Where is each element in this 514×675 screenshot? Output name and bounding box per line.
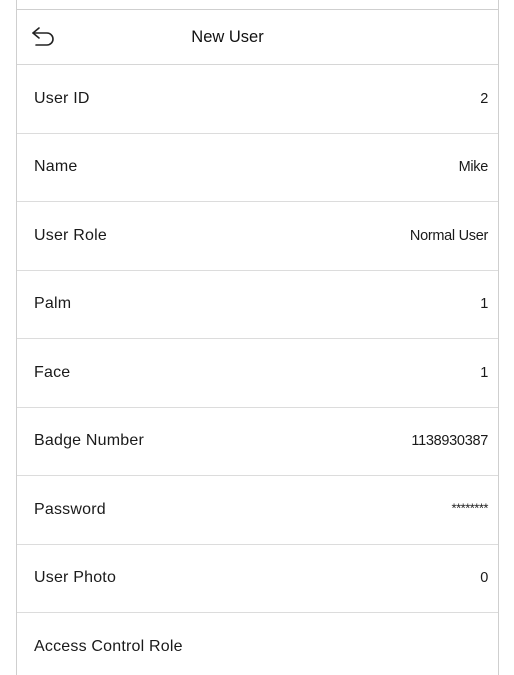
- row-value: 1: [480, 296, 488, 313]
- row-value: Mike: [458, 159, 489, 176]
- row-face[interactable]: Face 1: [17, 339, 498, 408]
- row-access-control-role[interactable]: Access Control Role: [17, 613, 498, 675]
- row-value: Normal User: [409, 227, 488, 244]
- row-label: User Role: [34, 226, 107, 244]
- title-bar: New User: [17, 9, 498, 65]
- device-screen: New User User ID 2 Name Mike User Role N…: [16, 0, 499, 675]
- row-label: Palm: [34, 295, 72, 313]
- row-password[interactable]: Password ********: [17, 476, 498, 545]
- row-value: 1: [480, 364, 488, 381]
- field-list: User ID 2 Name Mike User Role Normal Use…: [17, 65, 498, 675]
- row-user-role[interactable]: User Role Normal User: [17, 202, 498, 271]
- row-user-photo[interactable]: User Photo 0: [17, 545, 498, 613]
- row-label: Name: [34, 158, 78, 176]
- row-user-id[interactable]: User ID 2: [17, 65, 498, 134]
- row-palm[interactable]: Palm 1: [17, 271, 498, 339]
- row-badge-number[interactable]: Badge Number 1138930387: [17, 408, 498, 476]
- row-label: User ID: [34, 89, 90, 107]
- row-value: 0: [480, 570, 488, 587]
- row-label: Badge Number: [34, 432, 145, 450]
- row-label: User Photo: [34, 569, 117, 587]
- row-value: ********: [451, 500, 489, 516]
- row-value: 2: [480, 90, 488, 107]
- row-label: Access Control Role: [34, 638, 183, 656]
- row-label: Face: [34, 363, 71, 381]
- row-value: 1138930387: [411, 433, 488, 450]
- page-title: New User: [191, 28, 264, 46]
- row-name[interactable]: Name Mike: [17, 134, 498, 202]
- row-label: Password: [34, 500, 106, 518]
